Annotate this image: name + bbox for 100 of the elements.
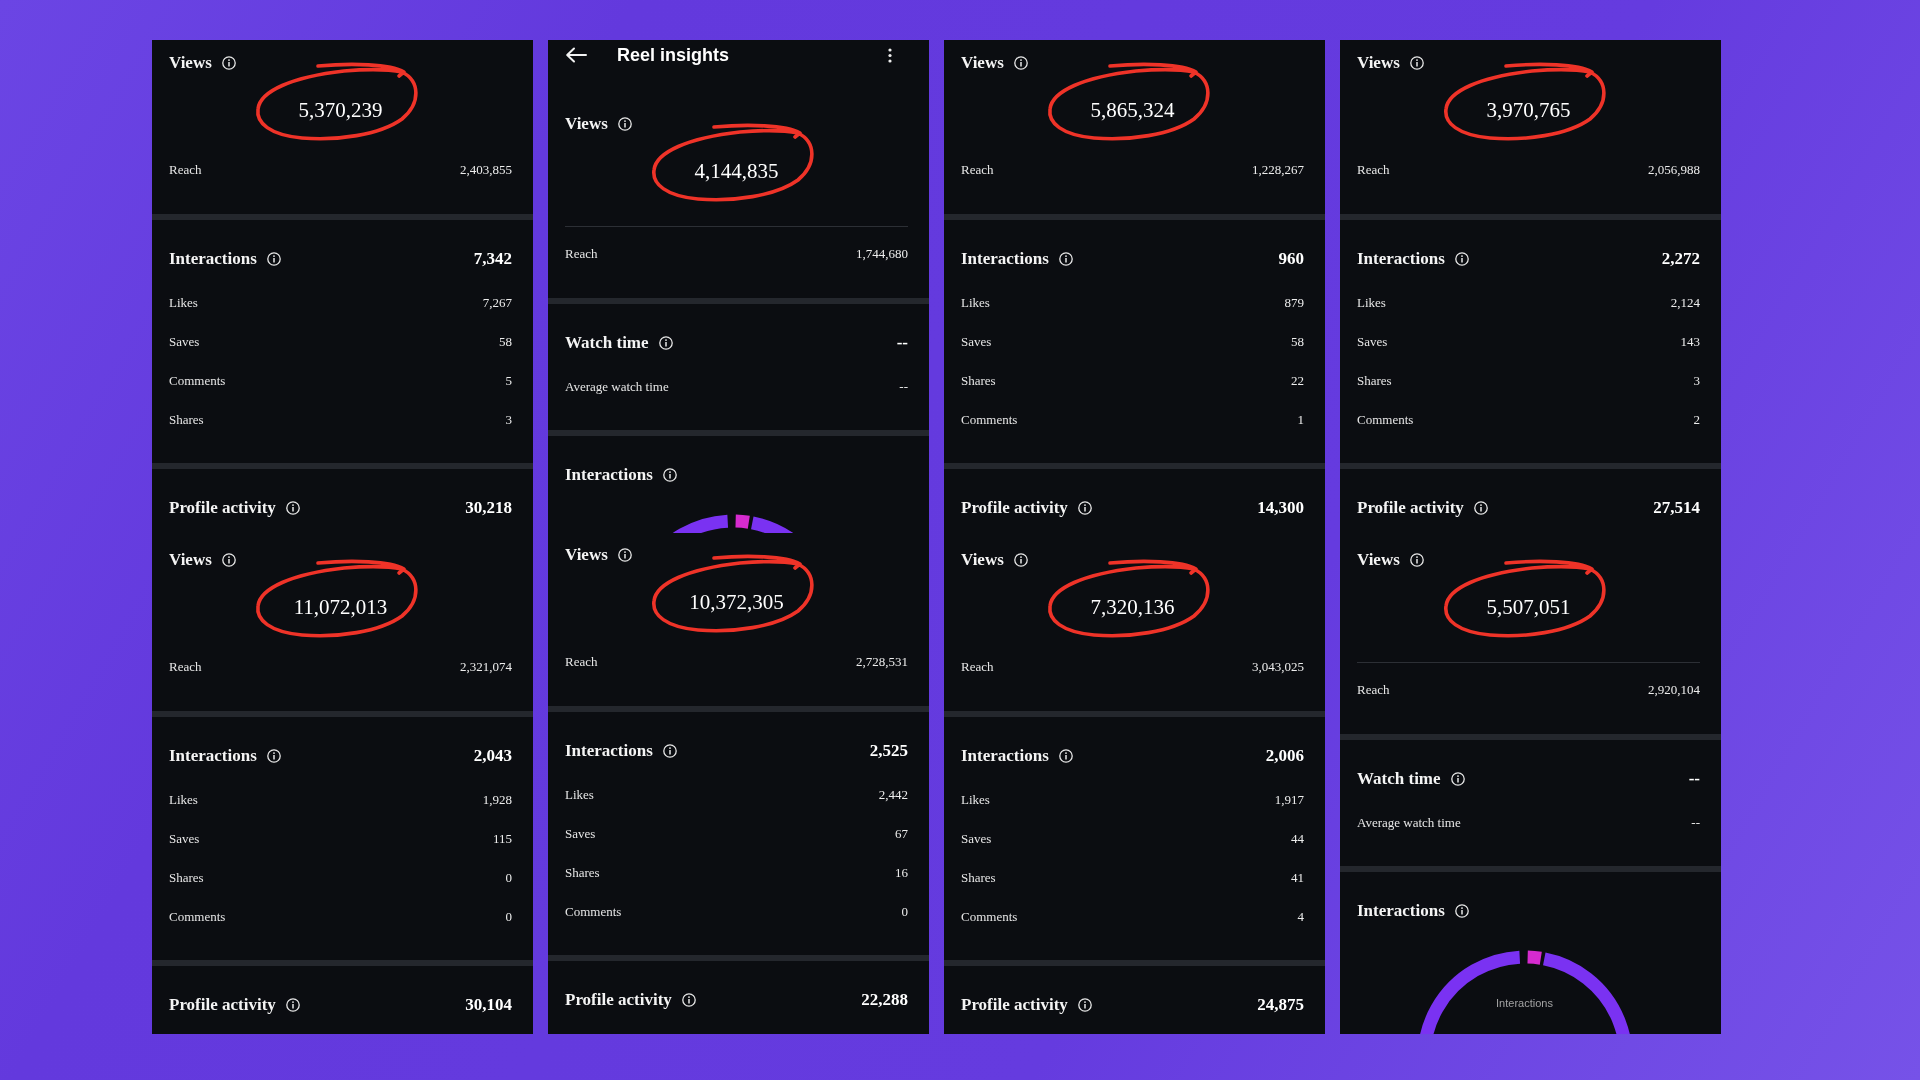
stat-value: 879 [1284, 293, 1304, 312]
stat-label: Comments [169, 907, 226, 926]
section-title: Interactions [1357, 900, 1445, 923]
screen-title: Reel insights [617, 43, 730, 67]
info-icon [1409, 56, 1424, 70]
section-title: Interactions [1357, 248, 1445, 271]
metric-total: 2,525 [869, 740, 908, 763]
stat-value: 2,056,988 [1648, 161, 1700, 180]
stat-value: 2,124 [1670, 293, 1700, 312]
stat-value: 0 [901, 902, 908, 921]
view-count: 10,372,305 [689, 589, 784, 617]
stat-value: 22 [1291, 371, 1304, 390]
stat-value: 1,928 [482, 790, 512, 809]
metric-total: 30,104 [465, 994, 512, 1017]
stat-value: 1 [1297, 410, 1304, 429]
stat-value: 2,920,104 [1648, 681, 1700, 700]
section-title: Interactions [169, 745, 257, 768]
metric-total: 7,342 [473, 248, 512, 271]
stat-label: Reach [169, 161, 202, 180]
chart-label: Interactions [1495, 996, 1554, 1010]
section-title: Views [1357, 52, 1400, 75]
metric-total: 22,288 [861, 989, 908, 1012]
stat-value: 1,228,267 [1252, 161, 1304, 180]
stat-label: Shares [961, 371, 996, 390]
stat-value: 4 [1297, 907, 1304, 926]
stat-value: 2,728,531 [856, 653, 908, 672]
metric-total: 960 [1278, 248, 1304, 271]
stat-value: -- [1691, 813, 1700, 832]
info-icon [1077, 501, 1092, 515]
stat-label: Likes [961, 293, 990, 312]
stat-label: Average watch time [565, 377, 669, 396]
stat-label: Comments [169, 371, 226, 390]
view-count: 5,865,324 [1090, 97, 1175, 125]
view-count: 5,370,239 [298, 97, 383, 125]
info-icon [617, 117, 632, 131]
stat-label: Comments [961, 907, 1018, 926]
stat-value: 67 [895, 824, 908, 843]
section-title: Views [565, 113, 608, 136]
metric-total: 30,218 [465, 497, 512, 520]
stat-value: 44 [1291, 829, 1304, 848]
stat-label: Likes [1357, 293, 1386, 312]
stat-value: 3,043,025 [1252, 658, 1304, 677]
stat-label: Comments [1357, 410, 1414, 429]
section-title: Views [169, 549, 212, 572]
stat-label: Likes [169, 293, 198, 312]
info-icon [266, 749, 281, 763]
info-icon [285, 501, 300, 515]
stat-value: 7,267 [482, 293, 512, 312]
stat-value: 0 [505, 868, 512, 887]
info-icon [1454, 904, 1469, 918]
metric-total: 24,875 [1257, 994, 1304, 1017]
stat-label: Reach [961, 658, 994, 677]
section-title: Views [961, 549, 1004, 572]
section-title: Interactions [565, 464, 653, 487]
stat-label: Shares [1357, 371, 1392, 390]
metric-total: 2,006 [1265, 745, 1304, 768]
section-title: Views [961, 52, 1004, 75]
stat-value: 115 [492, 829, 512, 848]
section-title: Views [1357, 549, 1400, 572]
stat-label: Shares [961, 868, 996, 887]
metric-total: 27,514 [1653, 497, 1700, 520]
section-title: Profile activity [169, 497, 276, 520]
stat-value: 0 [505, 907, 512, 926]
info-icon [1013, 553, 1028, 567]
stat-value: 143 [1680, 332, 1700, 351]
stat-label: Likes [169, 790, 198, 809]
view-count: 7,320,136 [1090, 594, 1175, 622]
metric-total: -- [896, 332, 908, 355]
stat-label: Reach [565, 245, 598, 264]
info-icon [1058, 252, 1073, 266]
stat-label: Saves [961, 829, 992, 848]
stat-label: Saves [961, 332, 992, 351]
section-title: Interactions [169, 248, 257, 271]
section-title: Watch time [1357, 768, 1441, 791]
more-vertical-icon [888, 47, 892, 63]
metric-total: 14,300 [1257, 497, 1304, 520]
view-count: 3,970,765 [1486, 97, 1571, 125]
section-title: Profile activity [961, 497, 1068, 520]
stat-label: Reach [961, 161, 994, 180]
stat-label: Comments [565, 902, 622, 921]
stat-value: 1,917 [1274, 790, 1304, 809]
stat-label: Saves [1357, 332, 1388, 351]
section-title: Interactions [961, 745, 1049, 768]
stat-value: 16 [895, 863, 908, 882]
stat-value: 58 [1291, 332, 1304, 351]
info-icon [1409, 553, 1424, 567]
metric-total: -- [1688, 768, 1700, 791]
section-title: Watch time [565, 332, 649, 355]
arrow-left-icon [565, 47, 587, 63]
stat-value: 2,403,855 [460, 161, 512, 180]
info-icon [1473, 501, 1488, 515]
info-icon [1077, 998, 1092, 1012]
stat-value: 5 [505, 371, 512, 390]
section-title: Profile activity [169, 994, 276, 1017]
info-icon [221, 553, 236, 567]
stat-value: 2,321,074 [460, 658, 512, 677]
stat-label: Average watch time [1357, 813, 1461, 832]
stat-value: 41 [1291, 868, 1304, 887]
stat-value: 3 [505, 410, 512, 429]
stat-value: 2 [1693, 410, 1700, 429]
